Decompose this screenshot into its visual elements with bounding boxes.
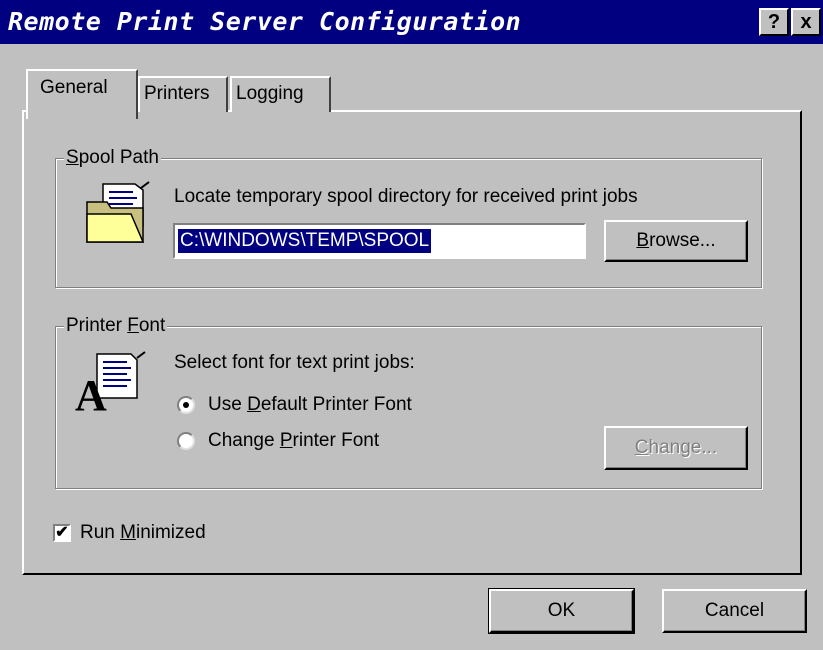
tab-printers[interactable]: Printers — [138, 76, 228, 112]
tab-logging-label: Logging — [236, 83, 304, 104]
tab-logging[interactable]: Logging — [230, 76, 331, 112]
title-bar[interactable]: Remote Print Server Configuration ? x — [0, 0, 823, 44]
ok-button[interactable]: OK — [488, 588, 635, 634]
tab-panel-general — [22, 110, 802, 575]
window-title: Remote Print Server Configuration — [8, 7, 522, 36]
help-button[interactable]: ? — [759, 8, 789, 36]
cancel-button[interactable]: Cancel — [662, 589, 807, 633]
close-button[interactable]: x — [791, 8, 821, 36]
tab-general[interactable]: General — [26, 69, 138, 119]
tab-general-label: General — [40, 77, 108, 98]
tab-printers-label: Printers — [144, 83, 210, 104]
